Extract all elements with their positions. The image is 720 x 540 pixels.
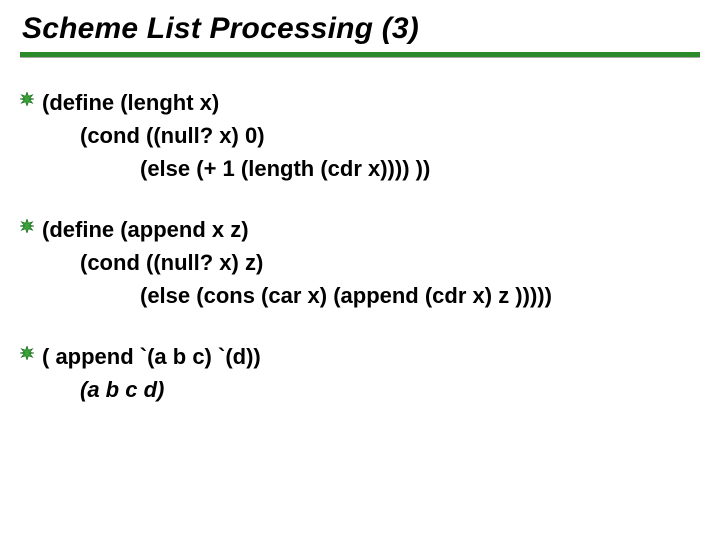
code-line: (else (+ 1 (length (cdr x)))) )) xyxy=(20,152,700,185)
starburst-icon xyxy=(20,346,34,360)
content-area: (define (lenght x) (cond ((null? x) 0) (… xyxy=(20,72,700,406)
bullet-item: (define (append x z) xyxy=(20,213,700,246)
code-line: (else (cons (car x) (append (cdr x) z ))… xyxy=(20,279,700,312)
bullet-text: (define (append x z) xyxy=(42,213,249,246)
title-underline xyxy=(20,52,700,58)
bullet-text: ( append `(a b c) `(d)) xyxy=(42,340,261,373)
bullet-text: (define (lenght x) xyxy=(42,86,219,119)
slide: Scheme List Processing (3) (define (leng… xyxy=(0,0,720,540)
starburst-icon xyxy=(20,219,34,233)
bullet-item: ( append `(a b c) `(d)) xyxy=(20,340,700,373)
result-line: (a b c d) xyxy=(20,373,700,406)
code-line: (cond ((null? x) 0) xyxy=(20,119,700,152)
code-line: (cond ((null? x) z) xyxy=(20,246,700,279)
starburst-icon xyxy=(20,92,34,106)
slide-title: Scheme List Processing (3) xyxy=(20,12,700,52)
bullet-item: (define (lenght x) xyxy=(20,86,700,119)
title-block: Scheme List Processing (3) xyxy=(20,12,700,58)
